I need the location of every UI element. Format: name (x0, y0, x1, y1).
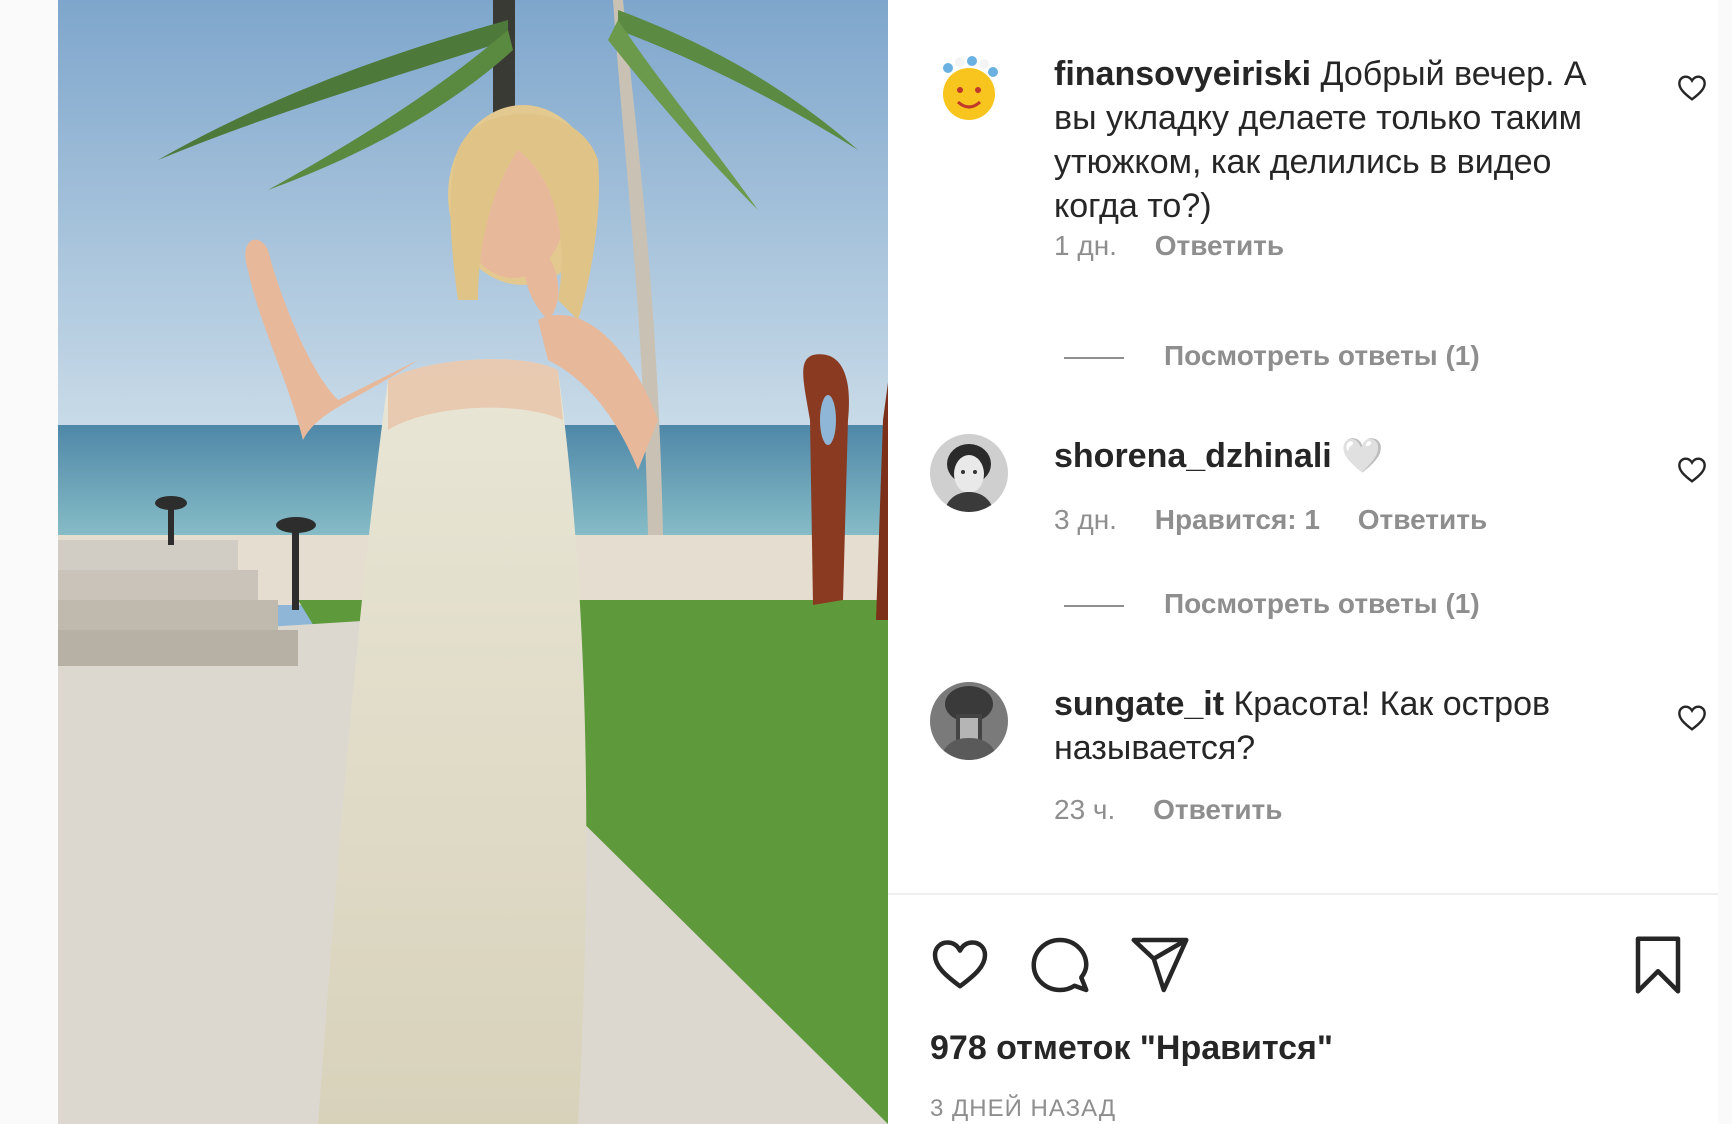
reply-button[interactable]: Ответить (1358, 504, 1487, 535)
comment-text: shorena_dzhinali 🤍 (1054, 434, 1614, 478)
replies-divider-line (1064, 356, 1124, 359)
comment-time: 3 дн. (1054, 504, 1117, 535)
book-avatar-icon[interactable] (930, 682, 1008, 760)
comment-time: 23 ч. (1054, 794, 1116, 825)
post-container: finansovyeiriski Добрый вечер. А вы укла… (58, 0, 1718, 1124)
comment-text: sungate_it Красота! Как остров называетс… (1054, 682, 1614, 770)
replies-divider-line (1064, 604, 1124, 607)
comment-text: finansovyeiriski Добрый вечер. А вы укла… (1054, 52, 1614, 228)
view-replies-label: Посмотреть ответы (1) (1164, 588, 1480, 619)
reply-button[interactable]: Ответить (1155, 230, 1284, 261)
reply-button[interactable]: Ответить (1153, 794, 1282, 825)
comment-like-heart-icon[interactable] (1676, 72, 1708, 104)
comment-meta: 23 ч. Ответить (1054, 794, 1312, 826)
comment-username[interactable]: finansovyeiriski (1054, 55, 1311, 93)
comment-meta: 1 дн. Ответить (1054, 230, 1314, 262)
comment-content: 🤍 (1341, 437, 1384, 475)
comment-meta: 3 дн. Нравится: 1 Ответить (1054, 504, 1517, 536)
comment-like-heart-icon[interactable] (1676, 702, 1708, 734)
comments-list: finansovyeiriski Добрый вечер. А вы укла… (888, 0, 1718, 893)
post-timestamp[interactable]: 3 ДНЕЙ НАЗАД (930, 1095, 1116, 1123)
comment-time: 1 дн. (1054, 230, 1117, 261)
portrait-avatar-icon[interactable] (930, 434, 1008, 512)
comment-username[interactable]: sungate_it (1054, 685, 1224, 723)
paper-plane-icon[interactable] (1130, 935, 1190, 995)
comment-likes-count[interactable]: Нравится: 1 (1155, 504, 1320, 535)
heart-icon[interactable] (930, 935, 990, 995)
comment-icon[interactable] (1030, 935, 1090, 995)
view-replies-button[interactable]: Посмотреть ответы (1) (1064, 588, 1480, 620)
post-actions: 978 отметок "Нравится" 3 ДНЕЙ НАЗАД (888, 895, 1718, 1124)
comment-username[interactable]: shorena_dzhinali (1054, 437, 1332, 475)
beach-scene-image (58, 0, 888, 1124)
bookmark-icon[interactable] (1628, 935, 1688, 995)
view-replies-button[interactable]: Посмотреть ответы (1) (1064, 340, 1480, 372)
likes-count[interactable]: 978 отметок "Нравится" (930, 1029, 1333, 1068)
comment-item: sungate_it Красота! Как остров называетс… (930, 682, 1706, 852)
scrollbar[interactable] (1718, 0, 1732, 1124)
sun-avatar-icon[interactable] (930, 52, 1008, 130)
post-video[interactable] (58, 0, 888, 1124)
comment-item: shorena_dzhinali 🤍 3 дн. Нравится: 1 Отв… (930, 434, 1706, 554)
comment-like-heart-icon[interactable] (1676, 454, 1708, 486)
view-replies-label: Посмотреть ответы (1) (1164, 340, 1480, 371)
comment-item: finansovyeiriski Добрый вечер. А вы укла… (930, 52, 1706, 382)
comments-panel: finansovyeiriski Добрый вечер. А вы укла… (888, 0, 1718, 1124)
